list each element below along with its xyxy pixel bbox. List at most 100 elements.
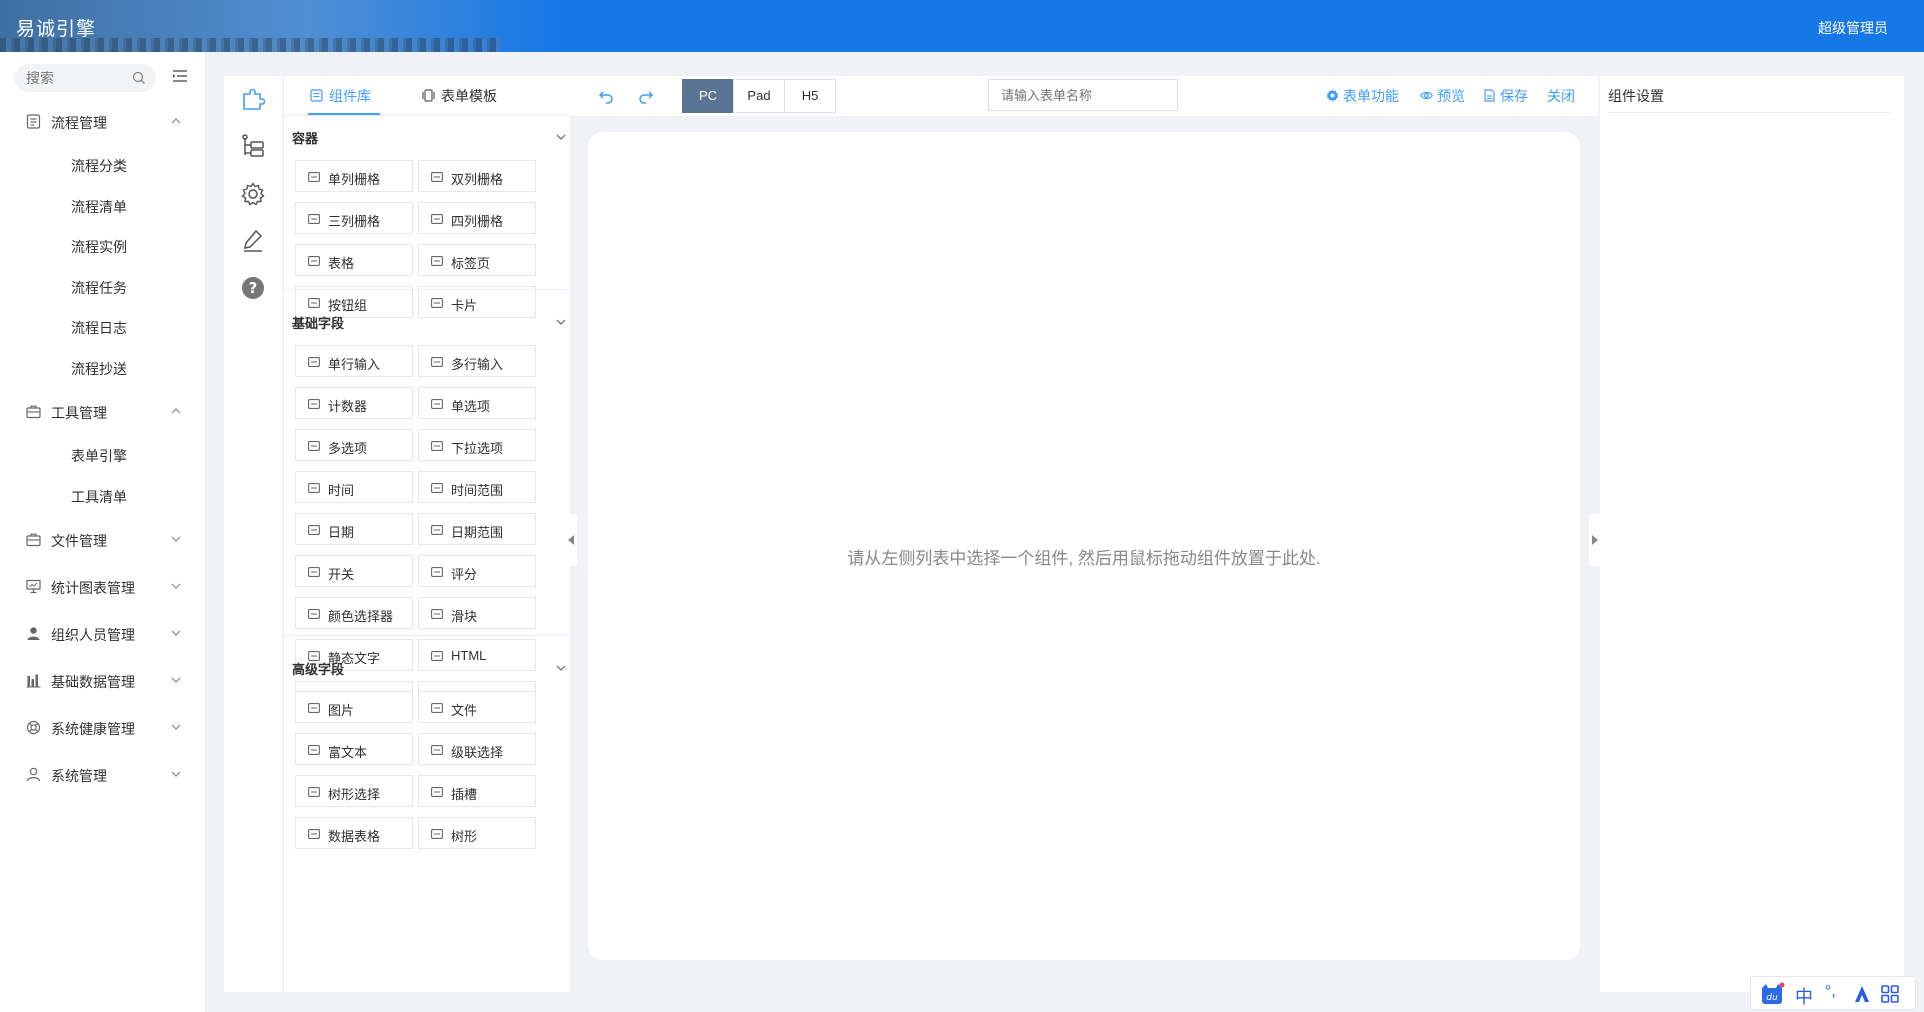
preview-label: 预览 xyxy=(1437,88,1465,104)
component-item-checkbox[interactable]: 多选项 xyxy=(295,429,413,461)
component-item-color-picker[interactable]: 颜色选择器 xyxy=(295,597,413,629)
search-icon[interactable] xyxy=(132,71,146,85)
component-item-label: 树形选择 xyxy=(328,787,381,802)
component-item-label: 时间范围 xyxy=(451,483,504,498)
redo-icon[interactable] xyxy=(638,88,654,104)
component-item-date[interactable]: 日期 xyxy=(295,513,413,545)
grid-1-icon xyxy=(308,172,320,182)
sidebar-search-input[interactable] xyxy=(14,64,124,92)
help-icon[interactable]: ? xyxy=(240,275,266,301)
toggle-left-panel-button[interactable] xyxy=(565,514,577,566)
sidebar-item-process-list[interactable]: 流程清单 xyxy=(71,197,127,217)
chevron-down-icon[interactable] xyxy=(556,132,566,142)
component-item-card[interactable]: 卡片 xyxy=(418,286,536,318)
sidebar-group-tools[interactable]: 工具管理 xyxy=(0,392,205,430)
component-item-grid-4[interactable]: 四列栅格 xyxy=(418,202,536,234)
ime-chinese-mode[interactable]: 中 xyxy=(1795,983,1813,1009)
sidebar-group-process[interactable]: 流程管理 xyxy=(0,102,205,140)
component-item-slider[interactable]: 滑块 xyxy=(418,597,536,629)
sidebar-group-label: 流程管理 xyxy=(51,115,107,131)
component-group-title: 容器 xyxy=(292,131,319,146)
component-item-label: 单选项 xyxy=(451,399,491,414)
component-item-time-range[interactable]: 时间范围 xyxy=(418,471,536,503)
preview-button[interactable]: 预览 xyxy=(1420,86,1465,106)
sidebar-item-process-instance[interactable]: 流程实例 xyxy=(71,237,127,257)
component-item-cascader[interactable]: 级联选择 xyxy=(418,733,536,765)
designer-toolbar: PC Pad H5 表单功能 预览 保存 关闭 xyxy=(570,76,1598,116)
component-item-html[interactable]: HTML xyxy=(418,639,536,671)
component-item-counter[interactable]: 计数器 xyxy=(295,387,413,419)
baidu-ime-logo-icon[interactable]: du xyxy=(1759,982,1785,1006)
form-function-button[interactable]: 表单功能 xyxy=(1326,86,1399,106)
ime-skin-icon[interactable] xyxy=(1853,985,1871,1003)
tab-label: 表单模板 xyxy=(441,88,497,104)
component-item-grid-2[interactable]: 双列栅格 xyxy=(418,160,536,192)
component-item-image[interactable]: 图片 xyxy=(295,691,413,723)
component-item-date-range[interactable]: 日期范围 xyxy=(418,513,536,545)
component-item-slot[interactable]: 插槽 xyxy=(418,775,536,807)
component-item-clock[interactable]: 时间 xyxy=(295,471,413,503)
tab-templates[interactable]: 表单模板 xyxy=(422,86,497,106)
chevron-down-icon[interactable] xyxy=(556,317,566,327)
sidebar-item-process-log[interactable]: 流程日志 xyxy=(71,318,127,338)
sidebar-item-tool-list[interactable]: 工具清单 xyxy=(71,487,127,507)
device-switcher: PC Pad H5 xyxy=(682,79,836,113)
current-user[interactable]: 超级管理员 xyxy=(1818,18,1888,38)
app-header: 易诚引擎 超级管理员 xyxy=(0,0,1924,52)
component-item-textarea[interactable]: 多行输入 xyxy=(418,345,536,377)
template-icon xyxy=(422,89,435,102)
chevron-down-icon[interactable] xyxy=(556,663,566,673)
form-name-input[interactable] xyxy=(988,79,1178,111)
component-item-table[interactable]: 表格 xyxy=(295,244,413,276)
sidebar-group-health[interactable]: 系统健康管理 xyxy=(0,708,205,746)
component-item-label: 时间 xyxy=(328,483,355,498)
component-item-data-table[interactable]: 数据表格 xyxy=(295,817,413,849)
pen-sign-icon[interactable] xyxy=(240,228,266,254)
sidebar-item-process-category[interactable]: 流程分类 xyxy=(71,156,127,176)
sidebar-search xyxy=(14,64,156,92)
component-item-radio[interactable]: 单选项 xyxy=(418,387,536,419)
component-item-select[interactable]: 下拉选项 xyxy=(418,429,536,461)
checkbox-icon xyxy=(308,441,320,451)
component-item-tabs[interactable]: 标签页 xyxy=(418,244,536,276)
sidebar-item-process-task[interactable]: 流程任务 xyxy=(71,278,127,298)
sidebar-group-system[interactable]: 系统管理 xyxy=(0,755,205,793)
device-pc-button[interactable]: PC xyxy=(682,79,734,113)
component-item-grid-1[interactable]: 单列栅格 xyxy=(295,160,413,192)
undo-icon[interactable] xyxy=(598,88,614,104)
sidebar-group-files[interactable]: 文件管理 xyxy=(0,520,205,558)
component-item-label: 滑块 xyxy=(451,609,478,624)
sidebar-item-form-engine[interactable]: 表单引擎 xyxy=(71,446,127,466)
menu-collapse-icon[interactable] xyxy=(172,68,188,84)
component-puzzle-icon[interactable] xyxy=(240,86,266,112)
sidebar-group-charts[interactable]: 统计图表管理 xyxy=(0,567,205,605)
input-icon xyxy=(308,357,320,367)
component-item-switch[interactable]: 开关 xyxy=(295,555,413,587)
device-pad-button[interactable]: Pad xyxy=(733,79,785,113)
component-item-grid-3[interactable]: 三列栅格 xyxy=(295,202,413,234)
component-item-rich-text[interactable]: 富文本 xyxy=(295,733,413,765)
save-button[interactable]: 保存 xyxy=(1483,86,1528,106)
ime-punctuation-mode[interactable]: °, xyxy=(1825,983,1836,1001)
ime-menu-grid-icon[interactable] xyxy=(1881,985,1899,1003)
sidebar-item-process-cc[interactable]: 流程抄送 xyxy=(71,359,127,379)
slider-icon xyxy=(431,609,443,619)
close-button[interactable]: 关闭 xyxy=(1547,86,1575,106)
sidebar-group-basic-data[interactable]: 基础数据管理 xyxy=(0,661,205,699)
tree-select-icon xyxy=(308,787,320,797)
sidebar-group-organization[interactable]: 组织人员管理 xyxy=(0,614,205,652)
component-icon xyxy=(310,89,323,102)
gear-icon[interactable] xyxy=(240,181,266,207)
tab-components[interactable]: 组件库 xyxy=(310,86,371,106)
component-item-tree[interactable]: 树形 xyxy=(418,817,536,849)
component-item-file[interactable]: 文件 xyxy=(418,691,536,723)
form-drop-zone[interactable]: 请从左侧列表中选择一个组件, 然后用鼠标拖动组件放置于此处. xyxy=(588,132,1580,960)
device-h5-button[interactable]: H5 xyxy=(784,79,836,113)
component-item-tree-select[interactable]: 树形选择 xyxy=(295,775,413,807)
html-icon xyxy=(431,651,443,661)
tree-structure-icon[interactable] xyxy=(240,133,266,159)
card-icon xyxy=(431,298,443,308)
component-item-input[interactable]: 单行输入 xyxy=(295,345,413,377)
component-item-star[interactable]: 评分 xyxy=(418,555,536,587)
component-item-label: 下拉选项 xyxy=(451,441,504,456)
